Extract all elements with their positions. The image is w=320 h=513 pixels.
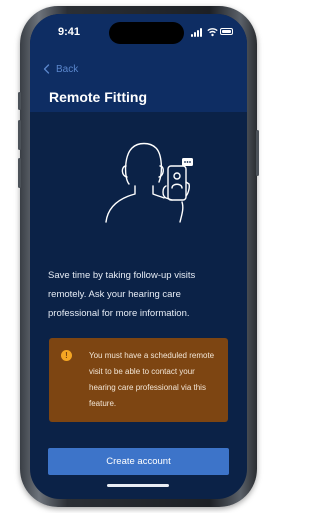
warning-icon: ! [61, 350, 72, 361]
status-icons [183, 27, 233, 37]
page-title: Remote Fitting [49, 89, 147, 105]
chevron-left-icon [43, 64, 50, 74]
battery-icon [220, 28, 233, 35]
side-button [18, 92, 21, 110]
side-button [18, 120, 21, 150]
back-label: Back [56, 63, 79, 75]
warning-banner: ! You must have a scheduled remote visit… [49, 338, 228, 422]
warning-text: You must have a scheduled remote visit t… [89, 351, 215, 408]
back-button[interactable]: Back [42, 62, 78, 76]
header: 9:41 Back Remote Fitting [30, 14, 247, 112]
home-indicator [107, 484, 169, 487]
dynamic-island [109, 22, 184, 44]
side-button [18, 158, 21, 188]
side-button [256, 130, 259, 176]
phone-screen: 9:41 Back Remote Fitting Save time by ta… [30, 14, 247, 499]
wifi-icon [207, 28, 218, 37]
status-time: 9:41 [58, 26, 81, 38]
create-account-button[interactable]: Create account [48, 448, 229, 475]
remote-fitting-illustration [105, 142, 193, 223]
description-text: Save time by taking follow-up visits rem… [48, 270, 196, 319]
status-bar: 9:41 [30, 14, 247, 50]
signal-icon [191, 28, 205, 37]
